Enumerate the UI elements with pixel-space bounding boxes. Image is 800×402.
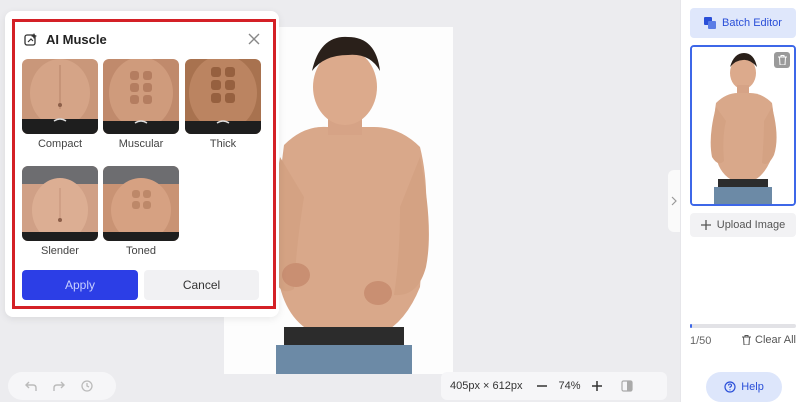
style-option-muscular[interactable]: Muscular (103, 59, 179, 150)
style-thumbnail (103, 166, 179, 241)
compare-icon[interactable] (620, 380, 633, 392)
style-label: Slender (41, 245, 79, 257)
image-count: 1/50 (690, 335, 712, 347)
cancel-button[interactable]: Cancel (144, 270, 259, 300)
trash-icon (742, 335, 751, 345)
thumbnail-image (692, 47, 794, 204)
zoom-in-icon[interactable] (591, 380, 603, 392)
upload-image-label: Upload Image (716, 219, 786, 231)
style-label: Toned (126, 245, 156, 257)
clear-all-button[interactable]: Clear All (742, 334, 796, 346)
style-label: Thick (209, 138, 237, 150)
help-button[interactable]: Help (706, 372, 782, 402)
help-label: Help (741, 381, 764, 393)
redo-icon[interactable] (52, 379, 66, 393)
trash-icon (777, 55, 787, 65)
apply-button[interactable]: Apply (22, 270, 138, 300)
style-option-thick[interactable]: Thick (185, 59, 261, 150)
plus-icon (700, 220, 711, 230)
style-label: Muscular (118, 138, 164, 150)
history-icon[interactable] (80, 379, 94, 393)
batch-editor-label: Batch Editor (722, 17, 782, 29)
history-toolbar (8, 372, 116, 400)
zoom-level: 74% (558, 380, 581, 392)
right-sidebar: Batch Editor Upload Image 1/50 Clear All… (680, 0, 800, 402)
style-option-toned[interactable]: Toned (103, 166, 179, 257)
collapse-sidebar-tab[interactable] (668, 170, 680, 232)
style-option-slender[interactable]: Slender (22, 166, 98, 257)
close-icon[interactable] (248, 33, 260, 45)
help-icon (724, 381, 736, 393)
undo-icon[interactable] (24, 379, 38, 393)
delete-image-button[interactable] (774, 52, 790, 68)
upload-image-button[interactable]: Upload Image (690, 213, 796, 237)
image-dimensions: 405px × 612px (450, 380, 523, 392)
style-option-compact[interactable]: Compact (22, 59, 98, 150)
chevron-right-icon (671, 196, 677, 206)
upload-progress-bar (690, 324, 796, 328)
upload-progress-fill (690, 324, 693, 328)
style-thumbnail (103, 59, 179, 134)
magic-edit-icon (24, 33, 37, 46)
batch-editor-button[interactable]: Batch Editor (690, 8, 796, 38)
style-thumbnail (22, 166, 98, 241)
zoom-toolbar: 405px × 612px 74% (441, 372, 667, 400)
image-thumbnail-selected[interactable] (690, 45, 796, 206)
style-thumbnail (22, 59, 98, 134)
panel-header: AI Muscle (24, 30, 260, 48)
zoom-out-icon[interactable] (536, 380, 548, 392)
style-label: Compact (37, 138, 83, 150)
clear-all-label: Clear All (755, 334, 796, 346)
panel-title: AI Muscle (46, 31, 107, 47)
batch-layers-icon (704, 17, 717, 29)
style-thumbnail (185, 59, 261, 134)
